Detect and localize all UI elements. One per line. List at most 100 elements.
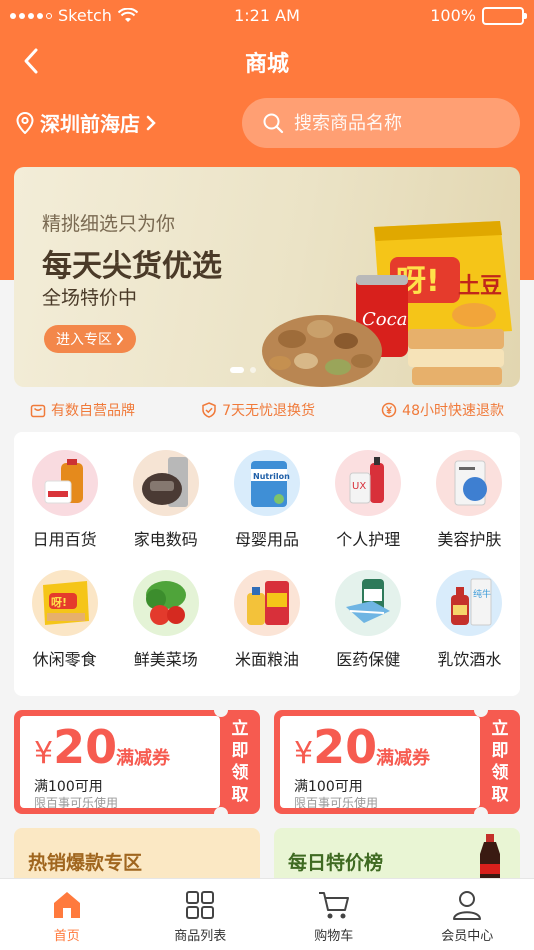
category-medicine[interactable]: 医药保健 <box>318 570 419 670</box>
banner-dot-active[interactable] <box>230 367 244 373</box>
category-label: 乳饮酒水 <box>437 650 502 669</box>
coupon-scope: 限百事可乐使用 <box>294 796 379 810</box>
svg-text:呀!: 呀! <box>51 596 67 609</box>
category-personal-care[interactable]: UX 个人护理 <box>318 450 419 550</box>
claim-char: 即 <box>491 741 509 761</box>
banner-desc: 全场特价中 <box>42 287 138 309</box>
coupon-amount: ¥ 20 <box>34 720 117 774</box>
category-label: 鲜美菜场 <box>133 650 198 669</box>
location-pin-icon <box>16 111 34 134</box>
tab-cart[interactable]: 购物车 <box>267 879 401 950</box>
promo-banner[interactable]: 精挑细选只为你 每天尖货优选 全场特价中 进入专区 呀! 土豆 Coca <box>14 167 520 387</box>
coupon-body: ¥ 20 满减券 满100可用 限百事可乐使用 <box>280 716 480 810</box>
coupon-scope: 限百事可乐使用 <box>34 796 119 810</box>
tab-label: 会员中心 <box>441 929 494 944</box>
tab-label: 购物车 <box>314 929 354 944</box>
guarantee-own-brand: 有数自营品牌 <box>30 398 135 422</box>
tab-home[interactable]: 首页 <box>0 879 134 950</box>
coupon-value: 20 <box>53 720 118 774</box>
banner-dot[interactable] <box>250 367 256 373</box>
category-appliances[interactable]: 家电数码 <box>115 450 216 550</box>
bag-icon <box>30 404 46 418</box>
search-box[interactable] <box>242 98 520 148</box>
claim-char: 即 <box>231 741 249 761</box>
home-icon <box>53 892 80 918</box>
category-grain-oil[interactable]: 米面粮油 <box>216 570 317 670</box>
coupon-currency: ¥ <box>34 736 54 771</box>
enter-zone-label: 进入专区 <box>56 332 112 348</box>
page-title: 商城 <box>244 52 289 77</box>
category-skincare[interactable]: 美容护肤 <box>419 450 520 550</box>
category-snacks[interactable]: 呀! 休闲零食 <box>14 570 115 670</box>
guarantee-refund: 48小时快速退款 <box>381 398 504 422</box>
tab-product-list[interactable]: 商品列表 <box>134 879 268 950</box>
claim-char: 领 <box>231 763 249 783</box>
svg-text:Nutrilon: Nutrilon <box>253 472 290 481</box>
category-card: 日用百货 家电数码 Nutrilon 母婴用品 UX 个人护理 美容护肤 呀! … <box>14 432 520 696</box>
cart-icon <box>318 892 349 919</box>
snacks-icon: 呀! <box>31 570 98 636</box>
coupon-currency: ¥ <box>294 736 314 771</box>
search-icon <box>263 113 284 134</box>
coupon-condition: 满100可用 <box>34 779 103 795</box>
enter-zone-button[interactable]: 进入专区 <box>44 325 136 353</box>
category-baby[interactable]: Nutrilon 母婴用品 <box>216 450 317 550</box>
guarantee-label: 7天无忧退换货 <box>222 403 316 419</box>
guarantee-returns: 7天无忧退换货 <box>201 398 315 422</box>
battery-icon <box>482 6 527 25</box>
claim-char: 立 <box>491 719 509 739</box>
baby-formula-icon: Nutrilon <box>233 450 300 516</box>
store-selector[interactable]: 深圳前海店 <box>16 108 156 137</box>
medicine-icon <box>335 570 402 636</box>
category-label: 家电数码 <box>133 530 198 549</box>
snacks-illustration: 呀! 土豆 Coca <box>262 221 512 387</box>
skincare-icon <box>436 450 503 516</box>
nav-bar: 商城 <box>0 36 534 86</box>
store-name: 深圳前海店 <box>40 112 140 136</box>
drinks-icon: 纯牛 <box>436 570 503 636</box>
hot-sales-title: 热销爆款专区 <box>28 852 143 874</box>
claim-char: 取 <box>231 785 249 805</box>
category-label: 医药保健 <box>336 650 401 669</box>
yen-circle-icon <box>381 402 397 418</box>
category-drinks[interactable]: 纯牛 乳饮酒水 <box>419 570 520 670</box>
svg-text:UX: UX <box>352 481 366 492</box>
back-button[interactable] <box>14 44 48 78</box>
coupon-condition: 满100可用 <box>294 779 363 795</box>
svg-text:Coca: Coca <box>362 309 407 330</box>
daily-goods-icon <box>31 450 98 516</box>
coupon-amount: ¥ 20 <box>294 720 377 774</box>
coupon-card[interactable]: ¥ 20 满减券 满100可用 限百事可乐使用 立 即 领 取 <box>14 710 260 814</box>
status-bar: Sketch 1:21 AM 100% <box>0 0 534 32</box>
personal-care-icon: UX <box>335 450 402 516</box>
chevron-right-icon <box>146 115 156 130</box>
category-label: 日用百货 <box>32 530 97 549</box>
claim-char: 领 <box>491 763 509 783</box>
claim-char: 取 <box>491 785 509 805</box>
category-grid: 日用百货 家电数码 Nutrilon 母婴用品 UX 个人护理 美容护肤 呀! … <box>14 450 520 670</box>
category-label: 米面粮油 <box>234 650 299 669</box>
service-guarantees: 有数自营品牌 7天无忧退换货 48小时快速退款 <box>14 398 520 422</box>
vegetables-icon <box>132 570 199 636</box>
banner-title: 每天尖货优选 <box>42 249 222 284</box>
shield-icon <box>202 402 216 418</box>
claim-coupon-button[interactable]: 立 即 领 取 <box>480 710 520 814</box>
category-daily-goods[interactable]: 日用百货 <box>14 450 115 550</box>
chevron-right-icon <box>117 333 124 345</box>
guarantee-label: 48小时快速退款 <box>402 403 504 419</box>
search-input[interactable] <box>294 112 504 134</box>
coupon-card[interactable]: ¥ 20 满减券 满100可用 限百事可乐使用 立 即 领 取 <box>274 710 520 814</box>
tab-label: 商品列表 <box>174 929 227 944</box>
coupon-type: 满减券 <box>376 748 430 769</box>
svg-text:土豆: 土豆 <box>458 274 502 299</box>
guarantee-label: 有数自营品牌 <box>51 403 135 419</box>
tab-member[interactable]: 会员中心 <box>401 879 534 950</box>
claim-coupon-button[interactable]: 立 即 领 取 <box>220 710 260 814</box>
coupon-type: 满减券 <box>116 748 170 769</box>
user-icon <box>453 891 482 920</box>
chevron-left-icon <box>24 48 38 74</box>
banner-subtitle: 精挑细选只为你 <box>42 213 176 235</box>
status-right: 100% <box>430 6 527 25</box>
daily-deals-title: 每日特价榜 <box>288 852 384 874</box>
category-vegetables[interactable]: 鲜美菜场 <box>115 570 216 670</box>
